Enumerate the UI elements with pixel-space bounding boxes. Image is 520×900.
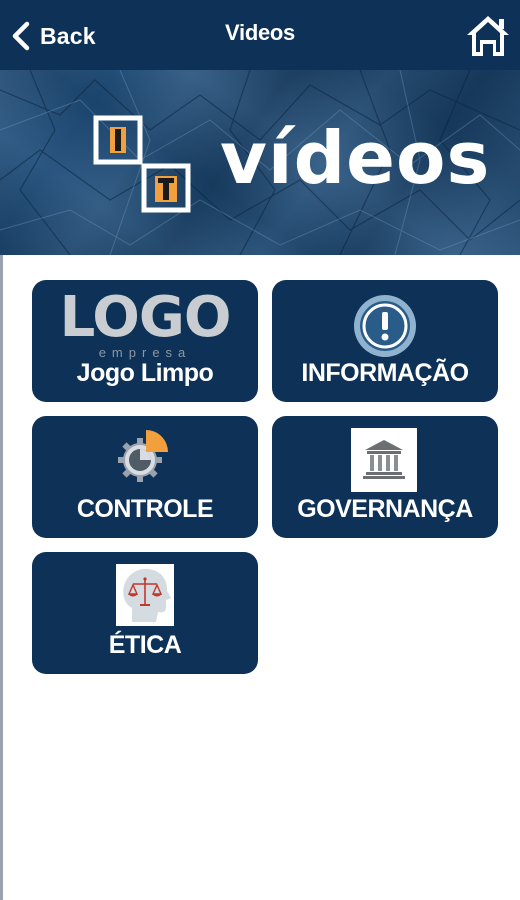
logo-subtext: empresa (98, 345, 192, 360)
tile-governanca[interactable]: GOVERNANÇA (272, 416, 498, 538)
page-title: Videos (225, 20, 295, 45)
logo-text: LOGO (59, 285, 232, 350)
home-icon[interactable] (464, 12, 512, 60)
banner-title: vídeos (220, 116, 491, 200)
it-logo (93, 115, 191, 213)
tile-label: INFORMAÇÃO (301, 359, 469, 387)
tile-label: ÉTICA (108, 631, 182, 659)
info-icon (354, 295, 416, 357)
tile-controle[interactable]: CONTROLE (32, 416, 258, 538)
tile-informacao[interactable]: INFORMAÇÃO (272, 280, 498, 402)
tile-etica[interactable]: ÉTICA (32, 552, 258, 674)
company-logo: LOGO empresa (56, 285, 234, 361)
bank-icon (351, 428, 417, 492)
videos-banner: vídeos (0, 70, 520, 255)
tile-label: Jogo Limpo (76, 359, 214, 387)
tile-jogo-limpo[interactable]: LOGO empresa Jogo Limpo (32, 280, 258, 402)
top-bar: Back Videos (0, 0, 520, 70)
tile-label: CONTROLE (76, 495, 214, 523)
tile-label: GOVERNANÇA (297, 495, 473, 523)
ethics-scale-icon (116, 564, 174, 626)
gear-pie-icon (118, 430, 168, 482)
